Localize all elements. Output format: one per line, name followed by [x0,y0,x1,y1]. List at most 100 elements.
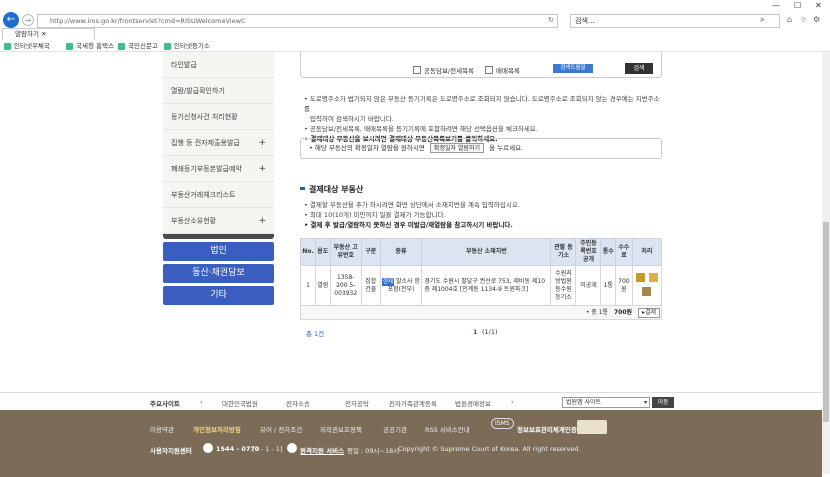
plus-icon: + [258,138,266,148]
sales-list-checkbox[interactable]: 매매목록 [485,65,520,75]
remote-support-link[interactable]: 원격지원 서비스 [300,445,344,455]
back-button[interactable]: ← [3,12,19,28]
remote-icon [287,443,297,453]
url-field[interactable]: http://www.iros.go.kr/frontservlet?cmd=R… [37,14,558,28]
prev-icon[interactable]: ‹ [200,398,203,406]
site-link[interactable]: 전자공탁 [345,398,369,408]
notice-item: • 공동담보/전세목록, 매매목록을 등기기록에 포함하려면 해당 선택옵션을 … [304,125,538,133]
notice-item: • 결제 후 발급/열람하지 못하신 경우 미발급/재열람을 참고하시기 바랍니… [304,221,513,229]
sidebar-item[interactable]: 부동산거래체크리스트 [163,182,274,208]
fixed-date-button[interactable]: 확정일자 열람하기 [429,143,484,153]
footer-link[interactable]: 저작권보호정책 [320,424,362,434]
forward-button[interactable]: → [22,14,34,26]
browser-tab[interactable]: 열람하기 ✕ [2,28,95,40]
sidebar-item-label: 등기신청사건 처리현황 [171,113,238,121]
sidebar-item[interactable]: 타인발급 [163,52,274,78]
col-header: 관할 등기소 [550,238,577,266]
footer-link[interactable]: 이용약관 [150,424,174,434]
cell-id: 1358-200 5-003932 [329,265,362,306]
award-icon [577,420,607,434]
help-button[interactable]: 검색도움말 [553,64,593,73]
col-header: 부동산 고유번호 [329,238,362,266]
folder-icon[interactable] [648,272,658,282]
sidebar-item[interactable]: 폐쇄등기부등본발급예약 + [163,156,274,182]
refresh-icon[interactable]: ↻ [548,16,554,24]
corp-button[interactable]: 법인 [163,242,274,261]
fav-item[interactable]: 국세청 홈택스 [66,41,114,51]
cell-count: 1통 [600,265,617,306]
site-link[interactable]: 대한민국법원 [222,398,258,408]
scroll-thumb[interactable] [823,222,829,422]
edit-icon[interactable] [642,286,652,296]
other-button[interactable]: 기타 [163,286,274,305]
col-header: 부동산 소재지번 [421,238,552,266]
sidebar-item-label: 폐쇄등기부등본발급예약 [171,165,242,173]
scrollbar[interactable] [822,52,830,474]
sidebar-item[interactable]: 등기신청사건 처리현황 [163,104,274,130]
payment-table: No. 용도 부동산 고유번호 구분 종류 부동산 소재지번 관할 등기소 주민… [299,238,663,320]
hours-text: 평일 : 09시~18시 [347,447,400,455]
footer-link[interactable]: 공공기관 [383,424,407,434]
fav-item[interactable]: 인터넷등기소 [164,41,210,51]
col-header: 구분 [360,238,381,266]
notice-list: • 도로명주소가 법기되지 않은 부동산 등기기록은 도로명주소로 조회되지 않… [304,94,664,144]
cell-rrn: 미공개 [575,265,602,306]
fav-item[interactable]: 인터넷우체국 [4,41,50,51]
cell-no: 1 [299,265,317,306]
notice-item: • 결제할 부동산을 추가 하시려면 화면 상단에서 소재지번을 계속 입력하십… [304,201,520,209]
sidebar-item-label: 집행 등 전자제출용발급 [171,139,240,147]
tab-bar: 열람하기 ✕ [0,28,830,40]
sidebar-item[interactable]: 부동산소유현황 + [163,208,274,234]
fav-item[interactable]: 국민신문고 [118,41,158,51]
support-center-label: 사용자지원센터 [150,447,192,455]
footer-link[interactable]: 개인정보처리방침 [193,424,241,434]
cell-type: 현재 말소사 항포함(전부) [379,265,423,306]
footer-link[interactable]: 뷰어 / 전자조건 [260,424,302,434]
copyright: Copyright © Supreme Court of Korea. All … [398,445,581,453]
delete-icon[interactable] [635,272,645,282]
col-header: No. [299,238,317,266]
search-button[interactable]: 검색 [625,63,653,74]
cell-kind: 집합 건물 [360,265,381,306]
go-button[interactable]: 이동 [652,397,674,408]
col-header: 처리 [631,238,663,266]
search-input[interactable]: 검색... [570,14,780,28]
page-link[interactable]: 1 [473,328,478,336]
phone-icon [203,443,213,453]
sidebar-item-label: 부동산소유현황 [171,217,217,225]
footer-link[interactable]: RSS 서비스안내 [425,424,470,434]
phone-ext: [0 - 1 - 1] [252,445,283,453]
home-icon[interactable]: ⌂ [787,15,792,24]
search-icon[interactable]: ⌕ [760,15,764,25]
sidebar-item[interactable]: 열람/발급확인하기 [163,78,274,104]
gear-icon[interactable]: ⚙ [813,15,820,24]
pay-button[interactable]: ▸결제 [637,307,660,318]
total-row: • 총 1통 700원 ▸결제 [300,305,662,320]
close-tab-icon[interactable]: ✕ [41,30,46,38]
star-icon[interactable]: ☆ [800,15,807,24]
notice-item: • 최대 10(10개) 미만까지 일괄 결제가 가능합니다. [304,211,446,219]
movable-collateral-button[interactable]: 동산·채권담보 [163,264,274,283]
joint-collateral-checkbox[interactable]: 공동담보/전세목록 [413,65,474,75]
col-header: 통수 [600,238,617,266]
search-options: 공동담보/전세목록 매매목록 검색도움말 검색 [300,52,662,78]
sidebar-divider [163,234,274,239]
page-content: 타인발급 열람/발급확인하기 등기신청사건 처리현황 집행 등 전자제출용발급 +… [0,52,822,392]
fixed-date-notice: • 해당 부동산의 확정일자 열람을 원하시면 확정일자 열람하기 을 누르세요… [300,138,662,159]
table-row: 1 열람 1358-200 5-003932 집합 건물 현재 말소사 항포함(… [299,265,663,306]
cell-use: 열람 [315,265,331,306]
cell-office: 수원지방법원 동수원 등기소 [550,265,577,306]
site-link[interactable]: 전자소송 [286,398,310,408]
cell-address: 경기도 수원시 팔달구 권선로 753, 제비동 제10층 제1004호 [인계… [421,265,552,306]
col-header: 용도 [315,238,331,266]
sidebar-item-label: 열람/발급확인하기 [171,87,225,95]
site-link[interactable]: 법원경매정보 [455,398,491,408]
next-icon[interactable]: › [511,398,514,406]
site-link[interactable]: 전자가족관계등록 [389,398,437,408]
site-select[interactable]: 법원맵 사이트 ▾ [562,397,650,408]
notice-item-cont: 입력하여 검색하시기 바랍니다. [310,115,394,123]
address-bar: ← → http://www.iros.go.kr/frontservlet?c… [0,8,830,30]
sidebar-item[interactable]: 집행 등 전자제출용발급 + [163,130,274,156]
page-of: (1/1) [482,328,498,336]
section-notes: • 결제할 부동산을 추가 하시려면 화면 상단에서 소재지번을 계속 입력하십… [304,200,664,230]
